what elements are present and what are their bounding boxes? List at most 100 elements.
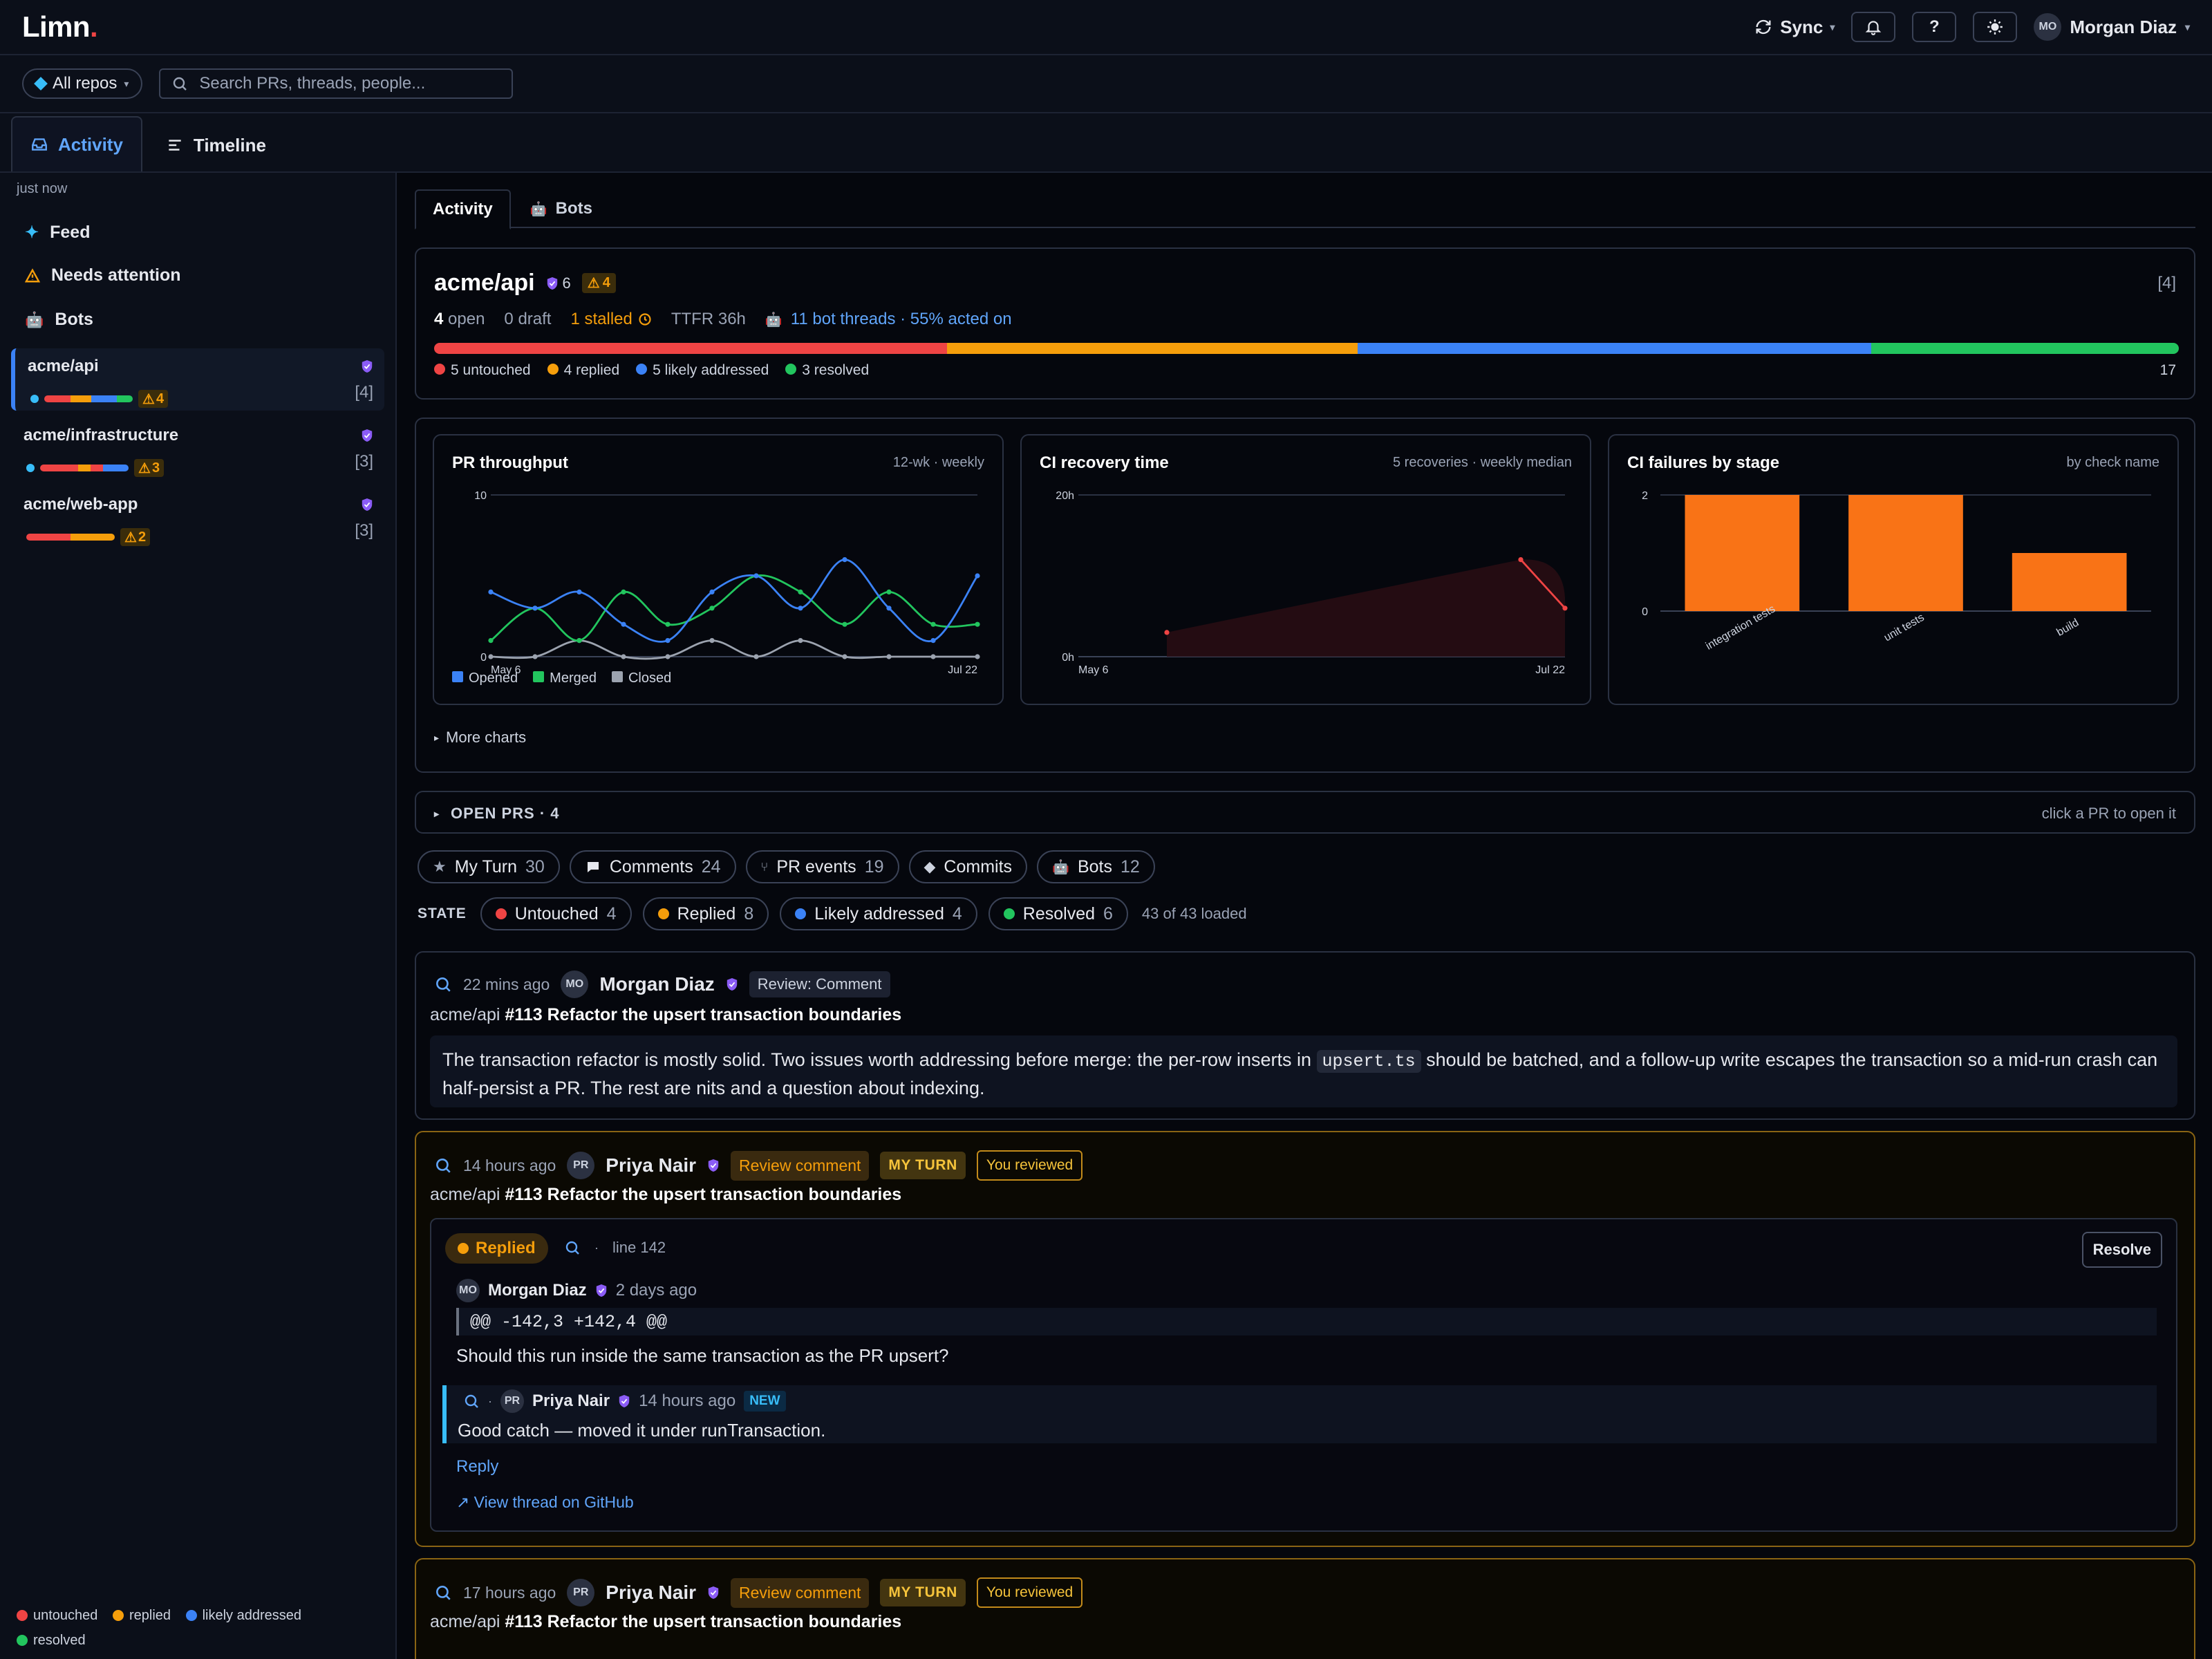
data-point-merged [621,589,626,594]
resolve-button[interactable]: Resolve [2081,1232,2162,1268]
x-tick-label: Jul 22 [1535,664,1565,676]
legend-replied: replied [112,1604,171,1627]
chip-resolved[interactable]: Resolved 6 [988,897,1128,930]
sidebar-item-bots[interactable]: 🤖 Bots [25,310,93,330]
stalled-count[interactable]: 1 stalled [570,310,651,329]
bar-unit-tests [1848,495,1963,611]
legend-closed: Closed [611,671,671,686]
chevron-down-icon: ▾ [1830,21,1835,32]
checks-count: 6 [546,274,571,292]
avatar: PR [567,1152,595,1179]
chip-likely-addressed[interactable]: Likely addressed 4 [780,897,977,930]
reply-link[interactable]: Reply [456,1457,498,1477]
verified-shield-icon [727,978,737,991]
thread-reply: · PR Priya Nair 14 hours ago NEW Good ca… [442,1385,2157,1443]
data-point-closed [975,654,980,659]
tab-timeline[interactable]: Timeline [148,119,284,171]
feed-item[interactable]: 14 hours ago PR Priya Nair Review commen… [415,1131,2195,1547]
sidebar-repo-acme-api[interactable]: acme/api ⚠ 4 [4] [11,348,384,411]
open-prs-toggle[interactable]: ▸ OPEN PRS · 4 click a PR to open it [415,791,2195,834]
reply-author[interactable]: Priya Nair [532,1391,610,1411]
notifications-button[interactable] [1851,12,1896,42]
data-point-merged [842,621,847,627]
robot-icon: 🤖 [25,310,44,328]
data-point-closed [842,654,847,659]
chip-my-turn[interactable]: ★ My Turn 30 [418,850,560,883]
data-point-closed [532,654,538,659]
repo-stats: 4 open 0 draft 1 stalled TTFR 36h 🤖 11 bo… [434,310,1012,329]
x-tick-label: Jul 22 [948,664,977,676]
bot-threads-link[interactable]: 🤖 11 bot threads · 55% acted on [765,310,1012,329]
tab-activity[interactable]: Activity [11,116,142,171]
chip-comments[interactable]: Comments 24 [569,850,736,883]
legend-replied: 4 replied [547,362,619,379]
avatar: MO [2034,13,2062,41]
subtab-bots[interactable]: 🤖 Bots [514,189,609,228]
sync-button[interactable]: Sync ▾ [1754,17,1835,38]
chip-pr-events[interactable]: ⑂ PR events 19 [745,850,899,883]
ci-recovery-plot: 20h 0h May 6 Jul 22 [1056,490,1568,676]
state-legend: untouched replied likely addressed resol… [17,1604,376,1653]
review-thread: Replied · line 142 Resolve MO Morgan Dia… [430,1218,2177,1532]
sidebar-item-needs-attention[interactable]: Needs attention [25,265,181,285]
review-search-icon [434,975,452,993]
repo-title[interactable]: acme/api [434,270,535,297]
avatar: MO [561,971,589,998]
comment-body: Should this run inside the same transact… [456,1345,949,1366]
view-on-github-link[interactable]: ↗ View thread on GitHub [456,1493,634,1512]
feed-item[interactable]: 22 mins ago MO Morgan Diaz Review: Comme… [415,951,2195,1120]
caret-right-icon: ▸ [434,731,440,743]
legend-untouched: 5 untouched [434,362,531,379]
chip-replied[interactable]: Replied 8 [642,897,769,930]
search-input[interactable]: Search PRs, threads, people... [159,68,514,99]
warning-icon [25,268,40,283]
data-point-closed [886,654,892,659]
chart-legend: Opened Merged Closed [452,671,671,686]
pr-reference[interactable]: acme/api #113 Refactor the upsert transa… [430,1612,901,1632]
data-point-opened [488,589,494,594]
sidebar-repo-acme-infrastructure[interactable]: acme/infrastructure ⚠ 3 [3] [11,418,384,480]
data-point-opened [930,638,936,644]
sync-icon [1754,17,1773,37]
author-name[interactable]: Priya Nair [606,1582,696,1604]
last-updated: just now [17,181,68,196]
bell-icon [1864,18,1882,36]
data-point-opened [886,606,892,611]
help-button[interactable]: ? [1912,12,1957,42]
view-tabs: Activity Timeline [0,113,2212,173]
ttfr-stat: TTFR 36h [671,310,746,328]
warning-badge: ⚠ 4 [138,390,169,408]
state-progress-bar [434,343,2179,354]
subtab-activity[interactable]: Activity [415,189,511,229]
chip-untouched[interactable]: Untouched 4 [480,897,632,930]
feed-item[interactable]: 17 hours ago PR Priya Nair Review commen… [415,1558,2195,1659]
comment-author[interactable]: Morgan Diaz [488,1281,587,1300]
warning-badge: ⚠ 2 [120,528,151,546]
timestamp: 17 hours ago [463,1583,556,1602]
pr-reference[interactable]: acme/api #113 Refactor the upsert transa… [430,1185,901,1205]
sidebar-repo-acme-web-app[interactable]: acme/web-app ⚠ 2 [3] [11,487,384,549]
author-name[interactable]: Priya Nair [606,1154,696,1177]
sun-icon [1986,18,2004,36]
author-name[interactable]: Morgan Diaz [599,973,714,995]
you-reviewed-badge: You reviewed [976,1150,1083,1181]
pr-reference[interactable]: acme/api #113 Refactor the upsert transa… [430,1005,901,1025]
ci-recovery-chart: CI recovery time 5 recoveries · weekly m… [1020,434,1591,705]
app-logo[interactable]: Limn. [22,10,98,44]
data-point-merged [577,638,582,644]
robot-icon: 🤖 [529,201,547,217]
chip-commits[interactable]: ◆ Commits [908,850,1028,883]
sidebar-item-feed[interactable]: ✦ Feed [25,223,90,243]
data-point-closed [665,654,671,659]
chip-bots[interactable]: 🤖 Bots 12 [1037,850,1155,883]
user-menu[interactable]: MO Morgan Diaz ▾ [2034,13,2190,41]
more-charts-toggle[interactable]: ▸ More charts [434,729,526,747]
verified-shield-icon [361,359,373,373]
data-point-opened [709,589,715,594]
sparkle-icon: ✦ [25,223,39,242]
repo-select[interactable]: All repos ▾ [22,68,143,99]
theme-toggle-button[interactable] [1973,12,2018,42]
legend-resolved: resolved [17,1629,86,1652]
avatar: PR [567,1579,595,1606]
legend-merged: Merged [533,671,597,686]
